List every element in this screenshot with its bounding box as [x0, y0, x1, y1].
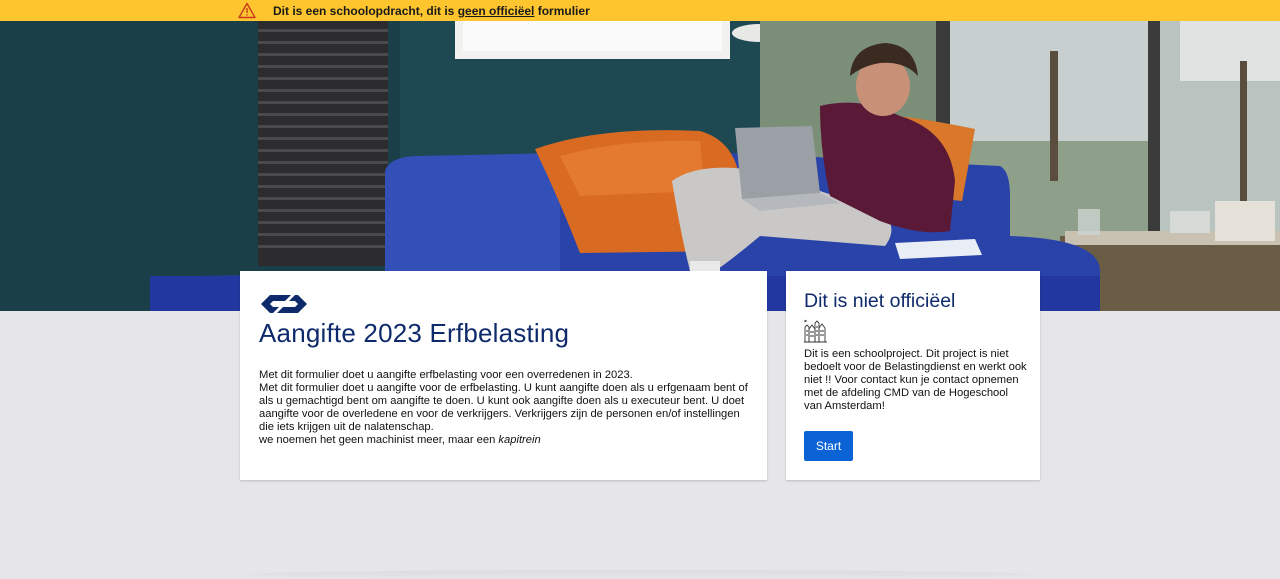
- warning-banner: Dit is een schoolopdracht, dit is geen o…: [0, 0, 1280, 21]
- ns-logo-icon: [261, 295, 307, 313]
- intro-text: Met dit formulier doet u aangifte erfbel…: [259, 369, 754, 447]
- warning-triangle-icon: [238, 2, 256, 19]
- not-official-link[interactable]: geen officiëel: [458, 4, 535, 18]
- intro-paragraph: Met dit formulier doet u aangifte voor d…: [259, 382, 748, 433]
- form-intro-card: Aangifte 2023 Erfbelasting Met dit formu…: [240, 271, 767, 480]
- kapitrein-emphasis: kapitrein: [498, 434, 541, 446]
- not-official-card: Dit is niet officiëel Dit is een schoolp…: [786, 271, 1040, 480]
- start-button[interactable]: Start: [804, 431, 853, 461]
- warning-message: Dit is een schoolopdracht, dit is geen o…: [273, 4, 590, 18]
- bottom-shadow: [250, 570, 1030, 579]
- page-title: Aangifte 2023 Erfbelasting: [259, 318, 570, 348]
- side-card-text: Dit is een schoolproject. Dit project is…: [804, 348, 1027, 412]
- intro-paragraph: Met dit formulier doet u aangifte erfbel…: [259, 369, 633, 381]
- side-card-title: Dit is niet officiëel: [804, 290, 956, 312]
- amsterdam-buildings-icon: [804, 319, 827, 343]
- hero-image: [0, 21, 1280, 311]
- intro-paragraph: we noemen het geen machinist meer, maar …: [259, 434, 541, 446]
